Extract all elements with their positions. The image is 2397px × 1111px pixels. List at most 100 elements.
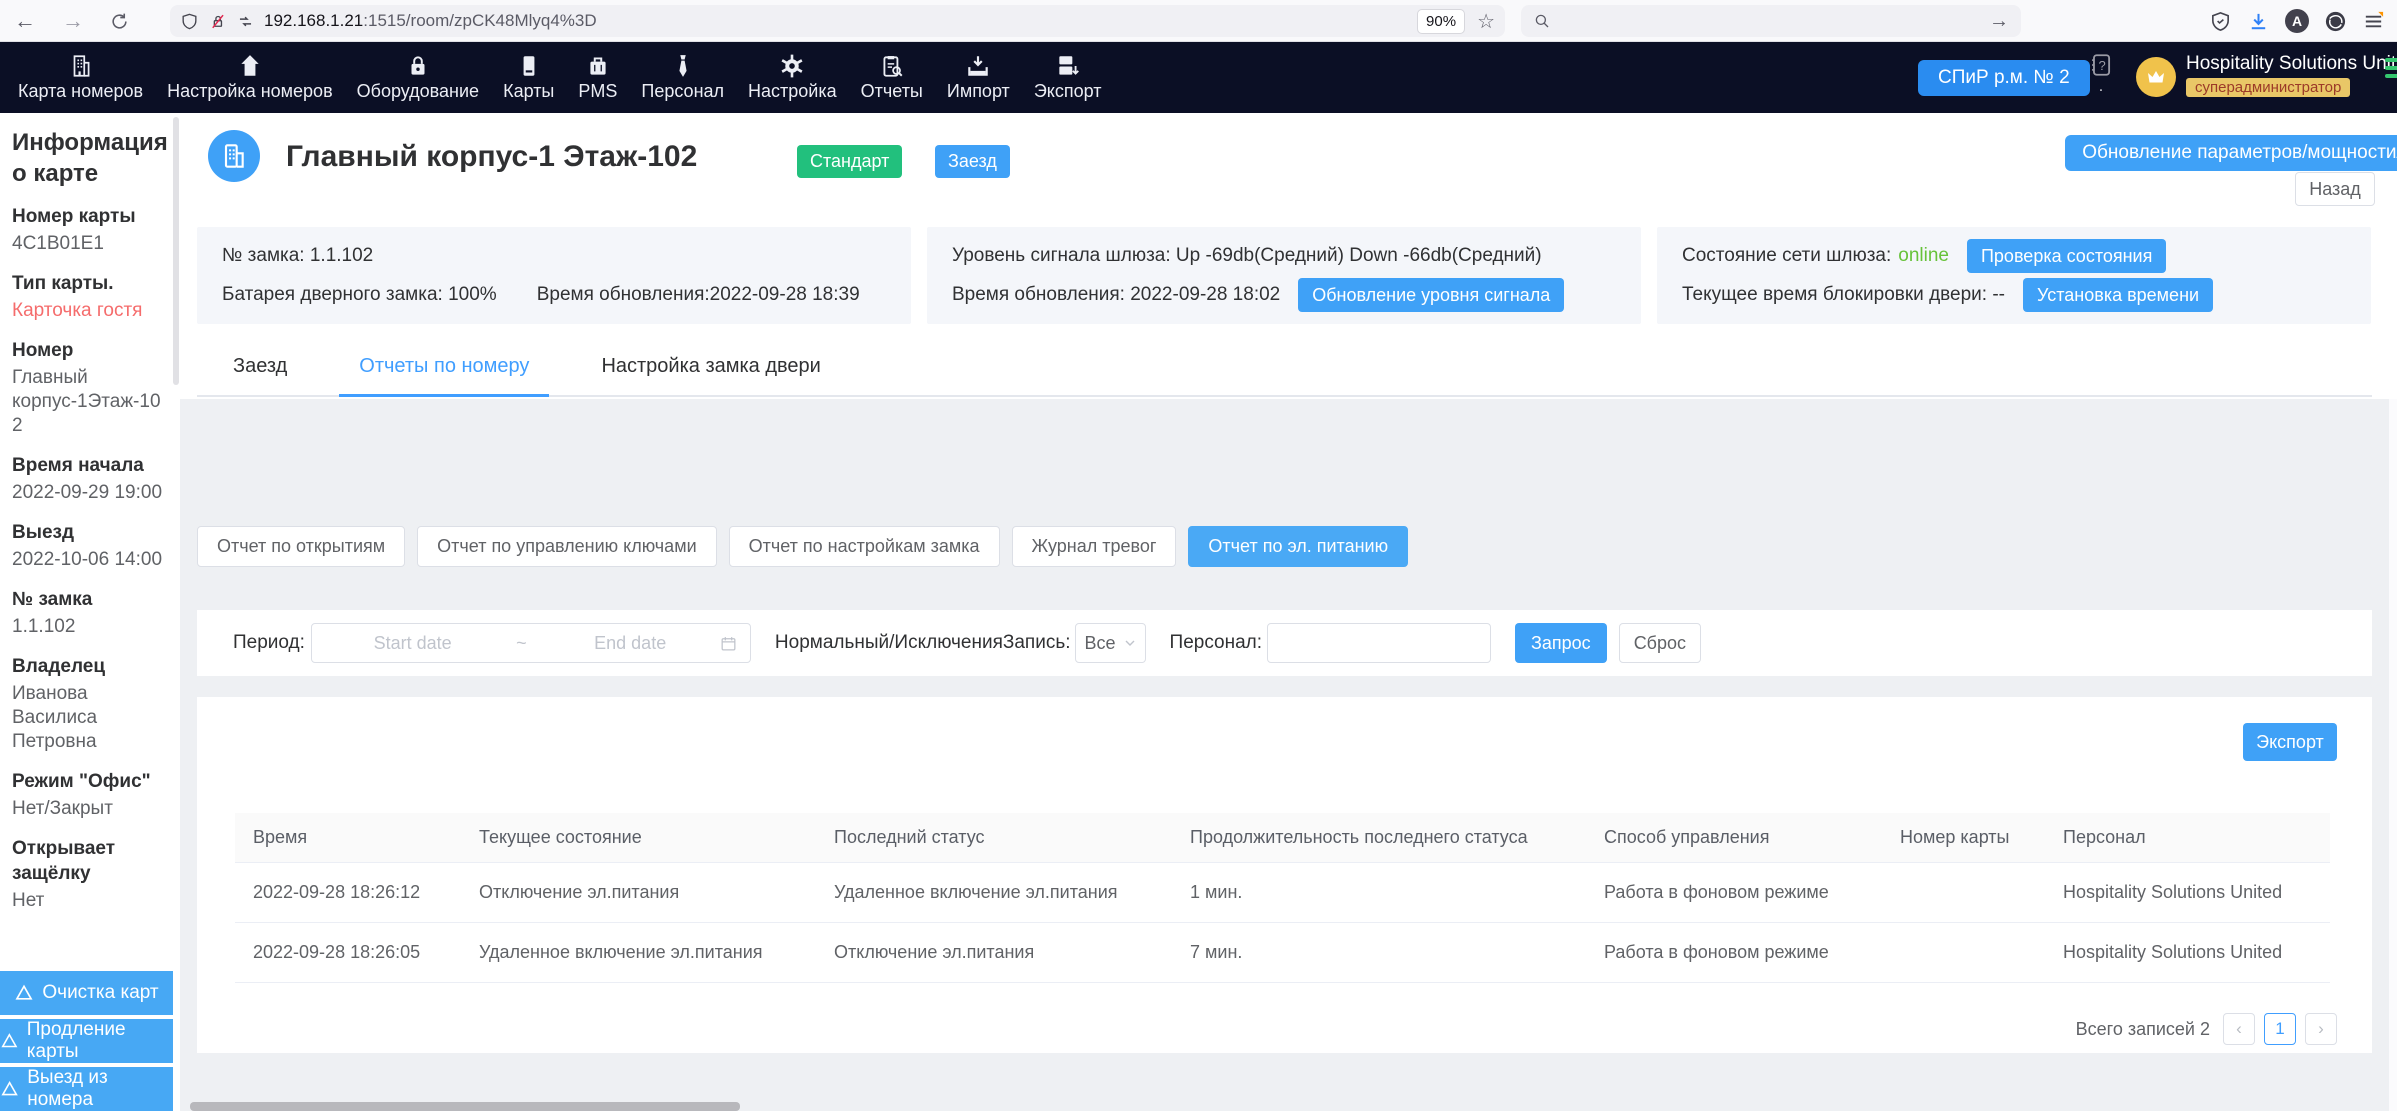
clear-cards-button[interactable]: Очистка карт (0, 971, 173, 1015)
tab-room-reports[interactable]: Отчеты по номеру (339, 338, 549, 397)
start-date-input[interactable]: Start date (324, 633, 502, 654)
menu-hamburger-icon[interactable] (2362, 10, 2385, 33)
app-navbar: Карта номеров Настройка номеров Оборудов… (0, 42, 2397, 113)
reset-button[interactable]: Сброс (1619, 623, 1701, 663)
nav-item-staff[interactable]: Персонал (629, 42, 736, 113)
checkout-room-button[interactable]: Выезд из номера (0, 1067, 173, 1111)
card-action-icon (14, 983, 34, 1003)
browser-search-input[interactable]: → (1521, 5, 2021, 37)
signal-panel: Уровень сигнала шлюза: Up -69db(Средний)… (927, 227, 1641, 324)
nav-label: Оборудование (357, 81, 479, 102)
staff-tie-icon (670, 53, 696, 79)
svg-text:?: ? (2098, 58, 2105, 73)
pocket-shield-icon[interactable] (2209, 10, 2232, 33)
field-checkout: Выезд 2022-10-06 14:00 (12, 520, 168, 572)
room-tabs: Заезд Отчеты по номеру Настройка замка д… (197, 338, 2372, 397)
nav-item-reports[interactable]: Отчеты (849, 42, 935, 113)
rooms-map-icon (68, 53, 94, 79)
field-lock-number: № замка 1.1.102 (12, 587, 168, 639)
nav-label: Экспорт (1034, 81, 1102, 102)
subtab-openings-report[interactable]: Отчет по открытиям (197, 526, 405, 567)
subtab-lock-settings-report[interactable]: Отчет по настройкам замка (729, 526, 1000, 567)
staff-input[interactable] (1267, 623, 1491, 663)
nav-label: Импорт (947, 81, 1010, 102)
url-text[interactable]: 192.168.1.21:1515/room/zpCK48Mlyq4%3D (264, 11, 1417, 31)
help-icon[interactable]: ? . (2086, 52, 2116, 91)
prev-page-button[interactable]: ‹ (2223, 1013, 2255, 1045)
record-type-label: Нормальный/ИсключенияЗапись: (775, 632, 1071, 654)
refresh-signal-button[interactable]: Обновление уровня сигнала (1298, 278, 1564, 312)
page-number-button[interactable]: 1 (2264, 1013, 2296, 1045)
zoom-level-badge[interactable]: 90% (1417, 9, 1465, 34)
door-block-value: -- (1992, 284, 2005, 306)
nav-label: Настройка номеров (167, 81, 333, 102)
extend-card-button[interactable]: Продление карты (0, 1019, 173, 1063)
workstation-button[interactable]: СПиР р.м. № 2 (1918, 60, 2090, 96)
user-info[interactable]: Hospitality Solutions United суперадмини… (2186, 53, 2397, 97)
nav-item-pms[interactable]: PMS (566, 42, 629, 113)
browser-forward-icon[interactable]: → (62, 8, 84, 34)
check-status-button[interactable]: Проверка состояния (1967, 239, 2166, 273)
browser-toolbar: ← → 192.168.1.21:1515/room/zpCK48Mlyq4%3… (0, 0, 2397, 42)
end-date-input[interactable]: End date (541, 633, 719, 654)
next-page-button[interactable]: › (2305, 1013, 2337, 1045)
room-type-badge: Стандарт (797, 145, 902, 178)
bookmark-star-icon[interactable]: ☆ (1477, 9, 1495, 34)
lock-updated-value: 2022-09-28 18:39 (710, 284, 860, 306)
calendar-icon (719, 634, 738, 653)
subtab-power-report[interactable]: Отчет по эл. питанию (1188, 526, 1408, 567)
card-action-icon (0, 1031, 19, 1051)
tab-door-lock-settings[interactable]: Настройка замка двери (581, 338, 840, 397)
nav-label: Настройка (748, 81, 837, 102)
browser-back-icon[interactable]: ← (14, 8, 36, 34)
browser-account-icon[interactable]: A (2285, 9, 2309, 33)
user-avatar[interactable] (2136, 57, 2176, 97)
reports-icon (879, 53, 905, 79)
record-type-select[interactable]: Все (1075, 623, 1146, 663)
nav-label: Персонал (641, 81, 724, 102)
field-card-number: Номер карты 4C1B01E1 (12, 204, 168, 256)
subtab-alarm-log[interactable]: Журнал тревог (1012, 526, 1177, 567)
help-dot: . (2086, 83, 2116, 91)
nav-item-import[interactable]: Импорт (935, 42, 1022, 113)
update-params-button[interactable]: Обновление параметров/мощности/времени (2065, 135, 2397, 171)
filter-bar: Период: Start date ~ End date Нормальный… (197, 610, 2372, 676)
field-latch: Открывает защёлку Нет (12, 836, 168, 913)
nav-item-rooms-map[interactable]: Карта номеров (6, 42, 155, 113)
search-icon (1533, 12, 1551, 30)
screen: ← → 192.168.1.21:1515/room/zpCK48Mlyq4%3… (0, 0, 2397, 1111)
field-room: Номер Главный корпус-1Этаж-102 (12, 338, 168, 438)
power-report-table: Время Текущее состояние Последний статус… (235, 813, 2330, 983)
tab-checkin[interactable]: Заезд (213, 338, 307, 397)
downloads-icon[interactable] (2247, 10, 2270, 33)
back-button[interactable]: Назад (2295, 172, 2375, 206)
nav-item-export[interactable]: Экспорт (1022, 42, 1114, 113)
user-name: Hospitality Solutions United (2186, 53, 2397, 75)
permissions-icon[interactable] (236, 12, 255, 31)
nav-item-cards[interactable]: Карты (491, 42, 566, 113)
page-title: Главный корпус-1 Этаж-102 (286, 140, 697, 174)
horizontal-scrollbar[interactable] (190, 1102, 740, 1111)
pms-briefcase-icon (585, 53, 611, 79)
browser-reload-icon[interactable] (110, 12, 129, 31)
export-button[interactable]: Экспорт (2243, 723, 2337, 761)
cards-icon (516, 53, 542, 79)
insecure-lock-icon[interactable] (208, 12, 227, 31)
set-time-button[interactable]: Установка времени (2023, 278, 2213, 312)
query-button[interactable]: Запрос (1515, 623, 1607, 663)
url-bar[interactable]: 192.168.1.21:1515/room/zpCK48Mlyq4%3D 90… (170, 5, 1505, 37)
firefox-logo-icon[interactable] (2324, 10, 2347, 33)
nav-item-equipment[interactable]: Оборудование (345, 42, 491, 113)
vertical-scrollbar-track[interactable] (2389, 399, 2397, 1111)
nav-item-settings[interactable]: Настройка (736, 42, 849, 113)
nav-item-rooms-setup[interactable]: Настройка номеров (155, 42, 345, 113)
nav-label: Отчеты (861, 81, 923, 102)
sidebar-scrollbar[interactable] (173, 117, 179, 385)
total-records-label: Всего записей 2 (2076, 1019, 2210, 1040)
date-range-input[interactable]: Start date ~ End date (311, 623, 751, 663)
network-panel: Состояние сети шлюза:online Проверка сос… (1657, 227, 2371, 324)
search-go-icon[interactable]: → (1989, 10, 2009, 33)
subtab-key-management-report[interactable]: Отчет по управлению ключами (417, 526, 716, 567)
tab-content-area: Отчет по открытиям Отчет по управлению к… (180, 399, 2397, 1111)
tracking-shield-icon[interactable] (180, 12, 199, 31)
